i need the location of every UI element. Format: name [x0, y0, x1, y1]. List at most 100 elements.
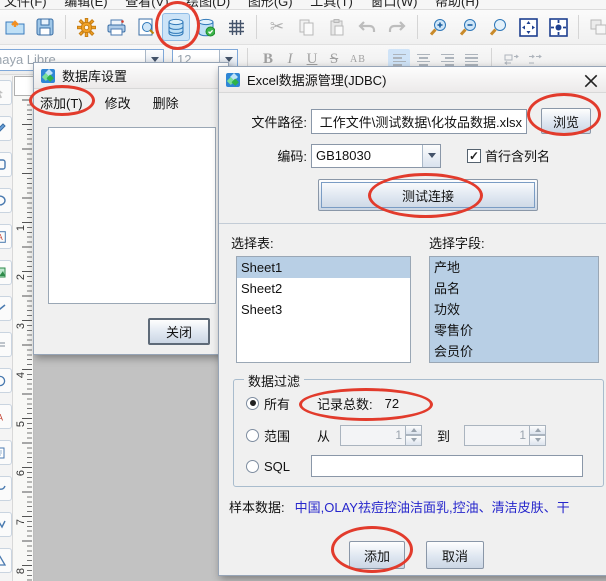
fit-selection-icon[interactable]: [544, 13, 572, 41]
ruler-number: 3: [15, 319, 27, 333]
close-icon[interactable]: [583, 73, 599, 89]
header-row-checkbox[interactable]: ✓: [467, 149, 481, 163]
menu-bar: 文件(F) 编辑(E) 查看(V) 绘图(D) 图形(G) 工具(T) 窗口(W…: [0, 0, 606, 10]
paste-icon[interactable]: [323, 13, 351, 41]
hline-tool-icon[interactable]: [0, 332, 12, 357]
save-icon[interactable]: [31, 13, 59, 41]
sql-field[interactable]: [311, 455, 583, 477]
group-icon[interactable]: [585, 13, 606, 41]
spinner-up-icon[interactable]: [406, 425, 422, 436]
database-icon[interactable]: [162, 13, 190, 41]
svg-text:A: A: [0, 233, 3, 242]
menu-tools[interactable]: 工具(T): [310, 0, 353, 9]
page-tool-icon[interactable]: [0, 440, 12, 465]
settings-gear-icon[interactable]: [72, 13, 100, 41]
app-logo-icon: [40, 68, 56, 84]
delete-menu-item[interactable]: 删除: [153, 93, 179, 112]
zoom-reset-icon[interactable]: [484, 13, 512, 41]
fit-window-icon[interactable]: [514, 13, 542, 41]
zoom-in-icon[interactable]: [424, 13, 452, 41]
range-from-label: 从: [317, 426, 330, 445]
label-tool-icon[interactable]: A: [0, 404, 12, 429]
check-icon: ✓: [469, 150, 479, 162]
encoding-combobox[interactable]: GB18030: [311, 144, 441, 168]
undo-icon[interactable]: [353, 13, 381, 41]
grid-icon[interactable]: [222, 13, 250, 41]
ruler-number: 6: [15, 466, 27, 480]
list-item[interactable]: Sheet1: [237, 257, 410, 278]
redo-icon[interactable]: [383, 13, 411, 41]
polyline-tool-icon[interactable]: [0, 512, 12, 537]
table-listbox[interactable]: Sheet1 Sheet2 Sheet3: [236, 256, 411, 363]
range-from-spinner[interactable]: 1: [340, 425, 422, 446]
data-filter-group: 数据过滤 所有 记录总数: 72 范围 从 1 到 1: [233, 379, 604, 487]
list-item[interactable]: 品名: [430, 278, 598, 299]
menu-window[interactable]: 窗口(W): [370, 0, 417, 9]
range-to-spinner[interactable]: 1: [464, 425, 546, 446]
excel-datasource-titlebar[interactable]: Excel数据源管理(JDBC): [219, 67, 606, 93]
encoding-dropdown-icon[interactable]: [422, 145, 440, 167]
data-filter-group-title: 数据过滤: [244, 371, 304, 390]
section-divider: [219, 223, 606, 224]
menu-draw[interactable]: 绘图(D): [186, 0, 230, 9]
test-connection-button[interactable]: 测试连接: [318, 179, 538, 211]
spinner-down-icon[interactable]: [406, 435, 422, 446]
pencil-icon[interactable]: [0, 116, 12, 141]
add-menu-item[interactable]: 添加(T): [40, 93, 83, 112]
drawing-tool-column: A A: [0, 76, 13, 581]
list-item[interactable]: 产地: [430, 257, 598, 278]
sample-data-value: 中国,OLAY祛痘控油洁面乳,控油、清洁皮肤、干: [295, 497, 570, 515]
rectangle-tool-icon[interactable]: [0, 152, 12, 177]
spinner-up-icon[interactable]: [530, 425, 546, 436]
zoom-out-icon[interactable]: [454, 13, 482, 41]
letter-spacing-icon[interactable]: AB: [345, 54, 371, 65]
filter-sql-radio[interactable]: [246, 460, 259, 473]
encoding-label: 编码:: [227, 146, 307, 165]
list-item[interactable]: 功效: [430, 299, 598, 320]
database-check-icon[interactable]: [192, 13, 220, 41]
dialog-title: Excel数据源管理(JDBC): [247, 70, 606, 89]
curve-tool-icon[interactable]: [0, 476, 12, 501]
database-settings-titlebar[interactable]: 数据库设置: [34, 63, 228, 89]
cancel-button[interactable]: 取消: [426, 541, 484, 569]
datasource-listbox[interactable]: [48, 127, 216, 304]
print-preview-icon[interactable]: [132, 13, 160, 41]
menu-help[interactable]: 帮助(H): [435, 0, 479, 9]
modify-menu-item[interactable]: 修改: [105, 93, 131, 112]
close-button[interactable]: 关闭: [148, 318, 210, 345]
image-tool-icon[interactable]: [0, 260, 12, 285]
oval-tool-icon[interactable]: [0, 368, 12, 393]
encoding-value: GB18030: [312, 148, 422, 163]
print-icon[interactable]: [102, 13, 130, 41]
excel-datasource-dialog: Excel数据源管理(JDBC) 文件路径: 工作文件\测试数据\化妆品数据.x…: [218, 66, 606, 576]
list-item[interactable]: Sheet3: [237, 299, 410, 320]
filter-all-radio[interactable]: [246, 397, 259, 410]
range-from-value: 1: [340, 425, 406, 446]
list-item[interactable]: 零售价: [430, 320, 598, 341]
menu-edit[interactable]: 编辑(E): [64, 0, 107, 9]
line-tool-icon[interactable]: [0, 296, 12, 321]
fields-listbox[interactable]: 产地 品名 功效 零售价 会员价: [429, 256, 599, 363]
menu-file[interactable]: 文件(F): [4, 0, 47, 9]
cut-icon[interactable]: ✂: [263, 13, 291, 41]
menu-graphic[interactable]: 图形(G): [248, 0, 293, 9]
filter-range-radio[interactable]: [246, 429, 259, 442]
file-path-field[interactable]: 工作文件\测试数据\化妆品数据.xlsx: [311, 109, 527, 134]
open-icon[interactable]: [1, 13, 29, 41]
file-path-label: 文件路径:: [227, 112, 307, 131]
spinner-down-icon[interactable]: [530, 435, 546, 446]
polygon-tool-icon[interactable]: [0, 548, 12, 573]
text-tool-icon[interactable]: A: [0, 224, 12, 249]
copy-icon[interactable]: [293, 13, 321, 41]
svg-text:A: A: [0, 412, 3, 422]
list-item[interactable]: Sheet2: [237, 278, 410, 299]
ellipse-tool-icon[interactable]: [0, 188, 12, 213]
list-item[interactable]: 会员价: [430, 341, 598, 362]
add-button[interactable]: 添加: [349, 541, 405, 569]
browse-button[interactable]: 浏览: [541, 108, 591, 134]
select-arrow-icon[interactable]: [0, 80, 12, 105]
filter-range-label: 范围: [264, 426, 290, 445]
database-settings-menubar: 添加(T) 修改 删除: [34, 89, 228, 115]
menu-view[interactable]: 查看(V): [125, 0, 168, 9]
ruler-corner-box: [14, 76, 34, 96]
